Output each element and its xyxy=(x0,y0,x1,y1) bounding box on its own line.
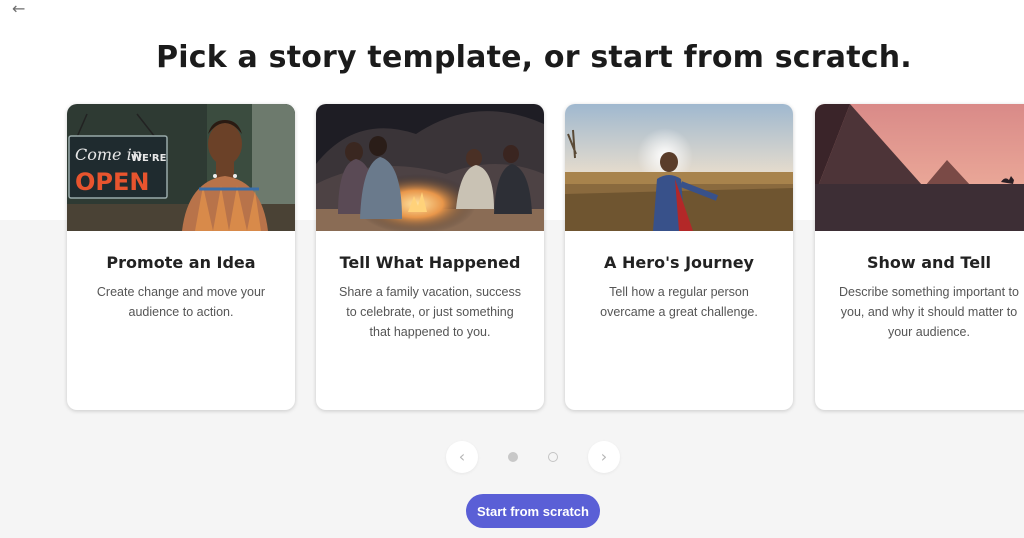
template-title: Show and Tell xyxy=(866,253,992,272)
template-image-pyramids xyxy=(815,104,1024,231)
page-title: Pick a story template, or start from scr… xyxy=(156,40,912,75)
carousel-dot-1[interactable] xyxy=(508,452,518,462)
chevron-right-icon: › xyxy=(600,447,608,466)
template-description: Share a family vacation, success to cele… xyxy=(338,285,522,339)
carousel-pager: ‹ › xyxy=(440,441,630,473)
template-description: Create change and move your audience to … xyxy=(96,285,266,319)
carousel-dot-2[interactable] xyxy=(548,452,558,462)
template-title: Promote an Idea xyxy=(106,253,256,272)
template-title: A Hero's Journey xyxy=(604,253,754,272)
back-button[interactable]: ← xyxy=(12,0,34,18)
template-card-show-and-tell[interactable]: Show and Tell Describe something importa… xyxy=(815,104,1024,410)
template-card-tell-what-happened[interactable]: Tell What Happened Share a family vacati… xyxy=(316,104,544,410)
sign-text-open: OPEN xyxy=(75,168,149,196)
template-card-a-heros-journey[interactable]: A Hero's Journey Tell how a regular pers… xyxy=(565,104,793,410)
template-image-child-hero xyxy=(565,104,793,231)
template-description: Describe something important to you, and… xyxy=(839,285,1019,339)
template-image-shop-owner: Come in WE'RE OPEN xyxy=(67,104,295,231)
carousel-prev-button[interactable]: ‹ xyxy=(446,441,478,473)
template-title: Tell What Happened xyxy=(339,253,521,272)
template-image-campfire xyxy=(316,104,544,231)
template-description: Tell how a regular person overcame a gre… xyxy=(600,285,758,319)
carousel-next-button[interactable]: › xyxy=(588,441,620,473)
sign-text-were: WE'RE xyxy=(131,153,167,164)
start-from-scratch-button[interactable]: Start from scratch xyxy=(466,494,600,528)
template-card-promote-an-idea[interactable]: Come in WE'RE OPEN Promote an Idea Creat… xyxy=(67,104,295,410)
chevron-left-icon: ‹ xyxy=(458,447,466,466)
arrow-left-icon: ← xyxy=(12,0,26,18)
